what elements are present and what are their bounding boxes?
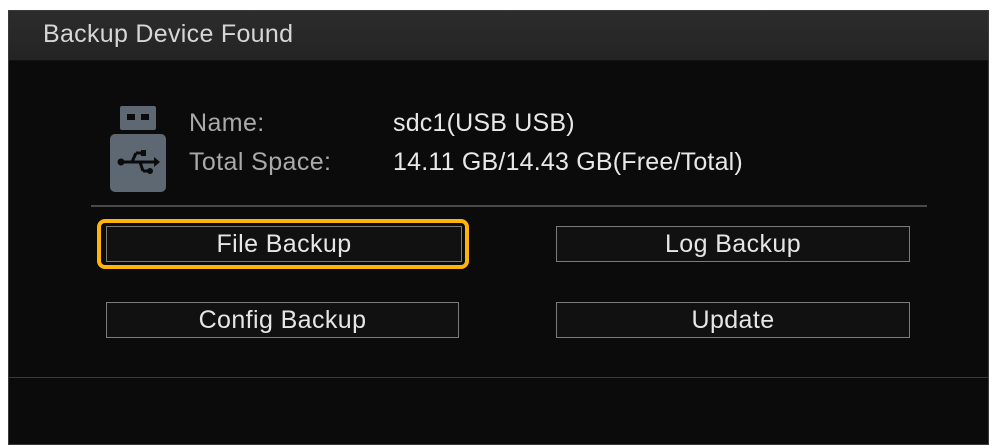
usb-drive-icon: [110, 106, 166, 192]
update-button[interactable]: Update: [556, 302, 910, 338]
total-space-label: Total Space:: [189, 148, 332, 176]
config-backup-label: Config Backup: [198, 305, 367, 334]
footer-divider: [9, 377, 988, 378]
device-name-value: sdc1(USB USB): [393, 109, 575, 137]
config-backup-button[interactable]: Config Backup: [106, 302, 459, 338]
log-backup-button[interactable]: Log Backup: [556, 226, 910, 262]
update-label: Update: [691, 305, 775, 334]
section-divider: [91, 205, 927, 207]
backup-device-dialog: Backup Device Found Name: sdc1(USB USB) …: [8, 10, 989, 445]
file-backup-button[interactable]: File Backup: [106, 226, 462, 262]
total-space-value: 14.11 GB/14.43 GB(Free/Total): [393, 148, 743, 176]
device-name-label: Name:: [189, 109, 265, 137]
log-backup-label: Log Backup: [664, 229, 802, 258]
dialog-title: Backup Device Found: [43, 20, 294, 48]
dialog-titlebar: Backup Device Found: [9, 11, 988, 61]
file-backup-label: File Backup: [216, 229, 352, 258]
